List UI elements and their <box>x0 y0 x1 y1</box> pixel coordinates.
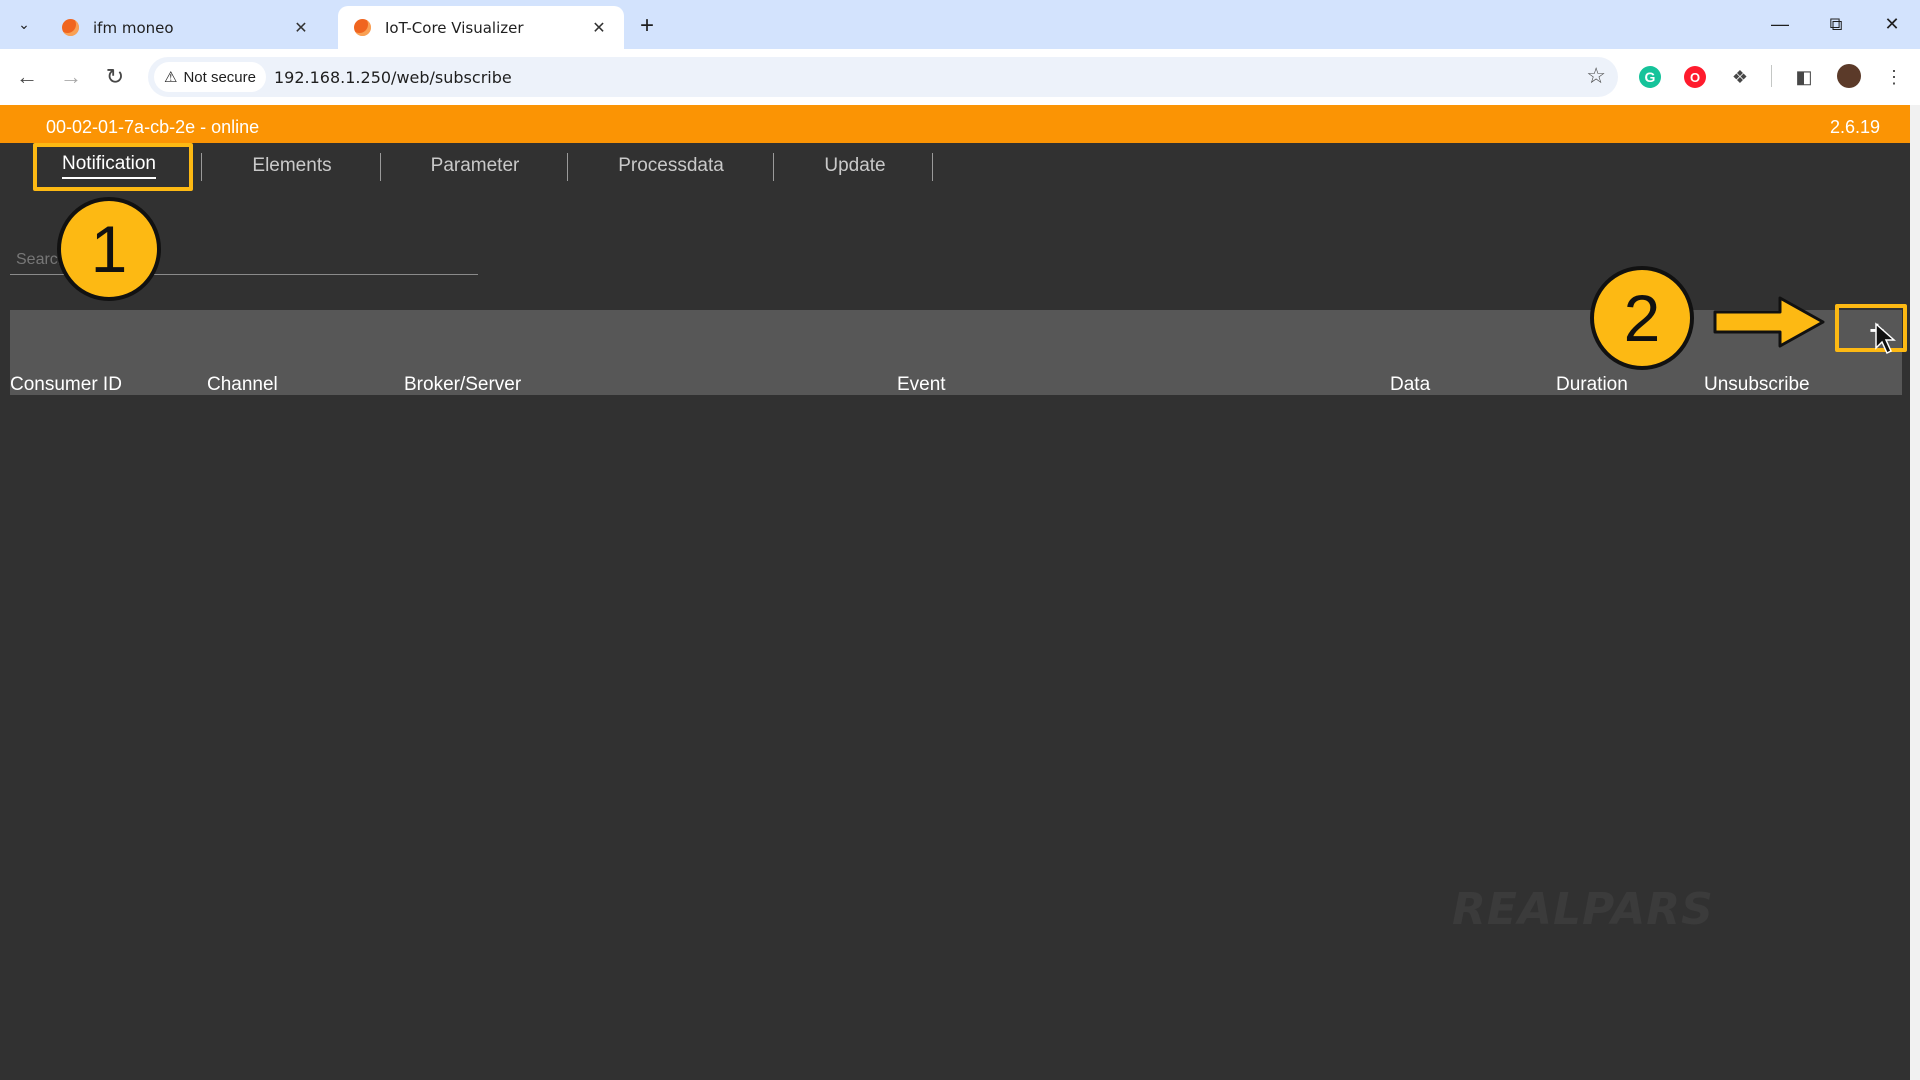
reload-button[interactable]: ↻ <box>99 61 131 93</box>
device-status: 00-02-01-7a-cb-2e - online <box>46 117 260 137</box>
address-bar[interactable]: ⚠ Not secure 192.168.1.250/web/subscribe… <box>148 57 1618 97</box>
tab-title: ifm moneo <box>93 18 174 37</box>
tab-divider <box>201 153 202 181</box>
column-header-data: Data <box>1390 374 1431 395</box>
browser-tab-ifm-moneo[interactable]: ifm moneo ✕ <box>46 6 326 49</box>
chevron-down-icon: ⌄ <box>18 15 30 32</box>
new-tab-button[interactable]: + <box>633 12 661 40</box>
forward-button[interactable]: → <box>55 61 87 93</box>
opera-extension-icon[interactable]: O <box>1684 66 1706 88</box>
arrow-right-icon <box>1713 296 1825 348</box>
plus-icon: + <box>639 12 654 39</box>
url-text[interactable]: 192.168.1.250/web/subscribe <box>274 68 512 87</box>
close-icon[interactable]: ✕ <box>588 17 610 39</box>
avatar[interactable] <box>1837 64 1861 88</box>
security-label: Not secure <box>183 68 256 86</box>
tab-elements[interactable]: Elements <box>232 149 352 183</box>
tab-divider <box>773 153 774 181</box>
tab-label: Elements <box>252 155 332 176</box>
mouse-cursor-icon <box>1875 322 1896 355</box>
warning-icon: ⚠ <box>164 69 178 86</box>
column-header-event: Event <box>897 374 946 395</box>
side-panel-icon[interactable]: ◧ <box>1790 63 1818 91</box>
favicon-icon <box>354 19 371 36</box>
favicon-icon <box>62 19 79 36</box>
version-label: 2.6.19 <box>1829 117 1880 137</box>
tab-title: IoT-Core Visualizer <box>385 18 524 37</box>
kebab-icon[interactable]: ⋮ <box>1880 63 1908 91</box>
tab-label: Processdata <box>618 155 724 176</box>
back-button[interactable]: ← <box>11 61 43 93</box>
grammarly-extension-icon[interactable]: G <box>1639 66 1661 88</box>
minimize-button[interactable]: — <box>1758 8 1802 40</box>
step-marker-1: 1 <box>57 197 161 301</box>
column-header-duration: Duration <box>1556 374 1628 395</box>
star-icon[interactable]: ☆ <box>1586 63 1606 89</box>
step-marker-2: 2 <box>1590 266 1694 370</box>
browser-tabstrip: ⌄ ifm moneo ✕ IoT-Core Visualizer ✕ + — … <box>0 0 1920 49</box>
highlight-notification-tab <box>33 143 193 191</box>
close-icon[interactable]: ✕ <box>290 17 312 39</box>
column-header-broker-server: Broker/Server <box>404 374 522 395</box>
toolbar-divider <box>1771 65 1772 87</box>
tab-label: Update <box>824 155 886 176</box>
tab-processdata[interactable]: Processdata <box>598 149 744 183</box>
close-icon: ✕ <box>1884 13 1900 34</box>
tab-parameter[interactable]: Parameter <box>410 149 540 183</box>
tab-label: Parameter <box>430 155 520 176</box>
tab-search-button[interactable]: ⌄ <box>10 10 38 38</box>
app-header: 00-02-01-7a-cb-2e - online 2.6.19 <box>0 105 1910 143</box>
reload-icon: ↻ <box>105 64 125 89</box>
column-header-consumer-id: Consumer ID <box>10 374 122 395</box>
browser-tab-iot-core-visualizer[interactable]: IoT-Core Visualizer ✕ <box>338 6 624 49</box>
column-header-channel: Channel <box>207 374 278 395</box>
tab-update[interactable]: Update <box>805 149 905 183</box>
tab-divider <box>932 153 933 181</box>
restore-icon: ⧉ <box>1829 13 1843 34</box>
column-header-unsubscribe: Unsubscribe <box>1704 374 1810 395</box>
browser-toolbar: ← → ↻ ⚠ Not secure 192.168.1.250/web/sub… <box>0 49 1920 105</box>
arrow-right-icon: → <box>60 64 82 89</box>
puzzle-icon[interactable]: ❖ <box>1726 63 1754 91</box>
site-info-chip[interactable]: ⚠ Not secure <box>154 62 266 92</box>
close-window-button[interactable]: ✕ <box>1870 8 1914 40</box>
arrow-left-icon: ← <box>16 64 38 89</box>
page-scrollbar[interactable] <box>1910 105 1920 1080</box>
tab-divider <box>567 153 568 181</box>
restore-button[interactable]: ⧉ <box>1814 8 1858 40</box>
tab-divider <box>380 153 381 181</box>
minimize-icon: — <box>1771 13 1789 34</box>
watermark: REALPARS <box>1452 884 1714 935</box>
